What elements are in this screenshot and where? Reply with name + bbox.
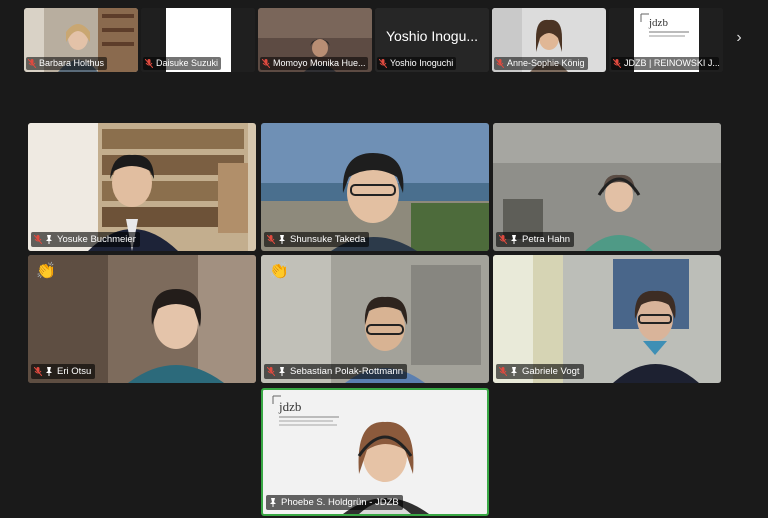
meeting-gallery-view: Barbara Holthus Daisuke Suzuki Momoyo Mo… (0, 0, 768, 518)
participant-name: Anne-Sophie König (507, 58, 585, 68)
pin-icon (270, 498, 276, 507)
mic-muted-icon (34, 367, 42, 376)
participant-name: Shunsuke Takeda (290, 234, 366, 245)
mic-muted-icon (34, 235, 42, 244)
participant-name-tag: Sebastian Polak-Rottmann (264, 364, 408, 379)
hand-clap-reaction-icon: 👏 (269, 263, 289, 280)
participant-name: Phoebe S. Holdgrün - JDZB (281, 497, 399, 508)
participant-name: Daisuke Suzuki (156, 58, 219, 68)
thumbnail-anne-sophie-koenig[interactable]: Anne-Sophie König (492, 8, 606, 72)
pin-icon (46, 235, 52, 244)
participant-name: Gabriele Vogt (522, 366, 580, 377)
tile-gabriele-vogt[interactable]: Gabriele Vogt (493, 255, 721, 383)
tile-sebastian-polak-rottmann[interactable]: 👏 Sebastian Polak-Rottmann (261, 255, 489, 383)
participant-name: Sebastian Polak-Rottmann (290, 366, 404, 377)
participant-name: Momoyo Monika Hue... (273, 58, 366, 68)
jdzb-logo: jdzb (649, 18, 699, 37)
mic-muted-icon (499, 235, 507, 244)
participant-name-tag: Petra Hahn (496, 232, 575, 247)
pin-icon (511, 367, 517, 376)
participant-name: JDZB | REINOWSKI J... (624, 58, 719, 68)
mic-muted-icon (379, 59, 387, 68)
pin-icon (279, 235, 285, 244)
pin-icon (511, 235, 517, 244)
next-page-button[interactable]: › (733, 30, 745, 46)
jdzb-logo: jdzb (279, 400, 349, 426)
tile-petra-hahn[interactable]: Petra Hahn (493, 123, 721, 251)
participant-strip: Barbara Holthus Daisuke Suzuki Momoyo Mo… (24, 8, 724, 72)
mic-muted-icon (613, 59, 621, 68)
participant-name-tag: JDZB | REINOWSKI J... (611, 57, 721, 70)
participant-name: Yosuke Buchmeier (57, 234, 136, 245)
mic-muted-icon (28, 59, 36, 68)
chevron-right-icon: › (736, 29, 742, 46)
mic-muted-icon (267, 367, 275, 376)
participant-name-tag: Yosuke Buchmeier (31, 232, 140, 247)
participant-name-tag: Yoshio Inoguchi (377, 57, 487, 70)
tile-shunsuke-takeda[interactable]: Shunsuke Takeda (261, 123, 489, 251)
thumbnail-daisuke-suzuki[interactable]: Daisuke Suzuki (141, 8, 255, 72)
tile-yosuke-buchmeier[interactable]: Yosuke Buchmeier (28, 123, 256, 251)
participant-name-tag: Anne-Sophie König (494, 57, 604, 70)
thumbnail-barbara-holthus[interactable]: Barbara Holthus (24, 8, 138, 72)
participant-name-tag: Momoyo Monika Hue... (260, 57, 370, 70)
participant-name-tag: Eri Otsu (31, 364, 96, 379)
participant-name-tag: Barbara Holthus (26, 57, 136, 70)
participant-name: Barbara Holthus (39, 58, 105, 68)
mic-muted-icon (499, 367, 507, 376)
participant-name: Yoshio Inoguchi (390, 58, 454, 68)
pin-icon (46, 367, 52, 376)
participant-name: Eri Otsu (57, 366, 92, 377)
mic-muted-icon (496, 59, 504, 68)
participant-name-tag: Shunsuke Takeda (264, 232, 370, 247)
tile-phoebe-holdgruen-active-speaker[interactable]: jdzb Phoebe S. Holdgrün - JDZB (261, 388, 489, 516)
thumbnail-jdzb-reinowski[interactable]: jdzb JDZB | REINOWSKI J... (609, 8, 723, 72)
participant-display-name: Yoshio Inogu... (385, 28, 479, 44)
mic-muted-icon (262, 59, 270, 68)
participant-name-tag: Gabriele Vogt (496, 364, 584, 379)
tile-eri-otsu[interactable]: 👏 Eri Otsu (28, 255, 256, 383)
thumbnail-momoyo-monika[interactable]: Momoyo Monika Hue... (258, 8, 372, 72)
pin-icon (279, 367, 285, 376)
thumbnail-yoshio-inoguchi[interactable]: Yoshio Inogu... Yoshio Inoguchi (375, 8, 489, 72)
participant-name-tag: Phoebe S. Holdgrün - JDZB (266, 495, 403, 510)
mic-muted-icon (145, 59, 153, 68)
hand-clap-reaction-icon: 👏 (36, 263, 56, 280)
participant-name-tag: Daisuke Suzuki (143, 57, 253, 70)
participant-name: Petra Hahn (522, 234, 571, 245)
mic-muted-icon (267, 235, 275, 244)
